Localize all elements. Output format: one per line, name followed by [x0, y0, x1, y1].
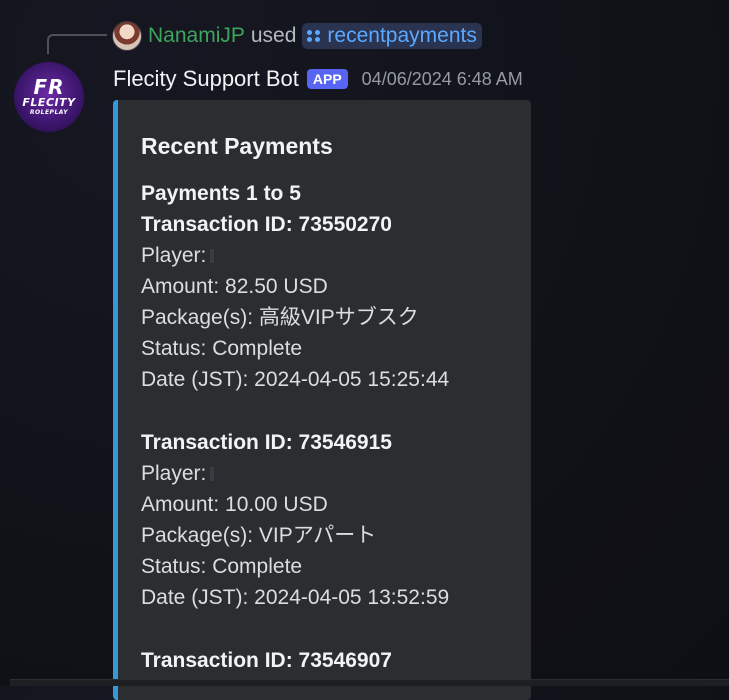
- reply-used-text: used: [250, 24, 297, 47]
- payments-range: Payments 1 to 5: [141, 182, 301, 205]
- reply-username[interactable]: NanamiJP: [148, 24, 245, 48]
- transaction-amount: Amount: 10.00 USD: [141, 493, 328, 516]
- slash-command-icon: [307, 30, 321, 42]
- message-header: Flecity Support Bot APP 04/06/2024 6:48 …: [113, 64, 523, 94]
- avatar-logo-text: FR: [33, 75, 65, 99]
- avatar-logo-text: FLECITY: [22, 96, 76, 109]
- transaction-entry: Transaction ID: 73550270 Player: Amount:…: [141, 209, 511, 395]
- transaction-entry: Transaction ID: 73546915 Player: Amount:…: [141, 427, 511, 613]
- transaction-player: Player:: [141, 240, 511, 271]
- user-avatar[interactable]: [112, 21, 142, 51]
- chat-input-edge: [10, 679, 729, 686]
- bot-avatar[interactable]: FR FLECITY ROLEPLAY: [14, 62, 84, 132]
- command-chip[interactable]: recentpayments: [302, 23, 482, 49]
- transaction-package: Package(s): VIPアパート: [141, 524, 377, 547]
- transaction-id: Transaction ID: 73546915: [141, 431, 392, 454]
- transaction-player: Player:: [141, 458, 511, 489]
- transaction-date: Date (JST): 2024-04-05 13:52:59: [141, 586, 450, 609]
- transaction-id: Transaction ID: 73550270: [141, 213, 392, 236]
- transaction-status: Status: Complete: [141, 555, 303, 578]
- player-value-redacted: [210, 467, 215, 482]
- app-badge: APP: [306, 69, 348, 89]
- embed-title: Recent Payments: [141, 133, 333, 159]
- command-name: recentpayments: [327, 24, 477, 47]
- transaction-id: Transaction ID: 73546907: [141, 649, 392, 672]
- payments-embed: Recent Payments Payments 1 to 5 Transact…: [113, 100, 531, 700]
- player-value-redacted: [210, 249, 215, 264]
- avatar-logo-text: ROLEPLAY: [29, 109, 69, 116]
- transaction-date: Date (JST): 2024-04-05 15:25:44: [141, 368, 450, 391]
- message-timestamp: 04/06/2024 6:48 AM: [361, 68, 523, 89]
- bot-username[interactable]: Flecity Support Bot: [113, 66, 299, 92]
- transaction-package: Package(s): 高級VIPサブスク: [141, 306, 419, 329]
- transaction-status: Status: Complete: [141, 337, 303, 360]
- transaction-amount: Amount: 82.50 USD: [141, 275, 328, 298]
- transaction-entry: Transaction ID: 73546907: [141, 645, 511, 676]
- reply-connector-line: [47, 34, 107, 54]
- command-reply-header: NanamiJP used recentpayments: [112, 20, 482, 52]
